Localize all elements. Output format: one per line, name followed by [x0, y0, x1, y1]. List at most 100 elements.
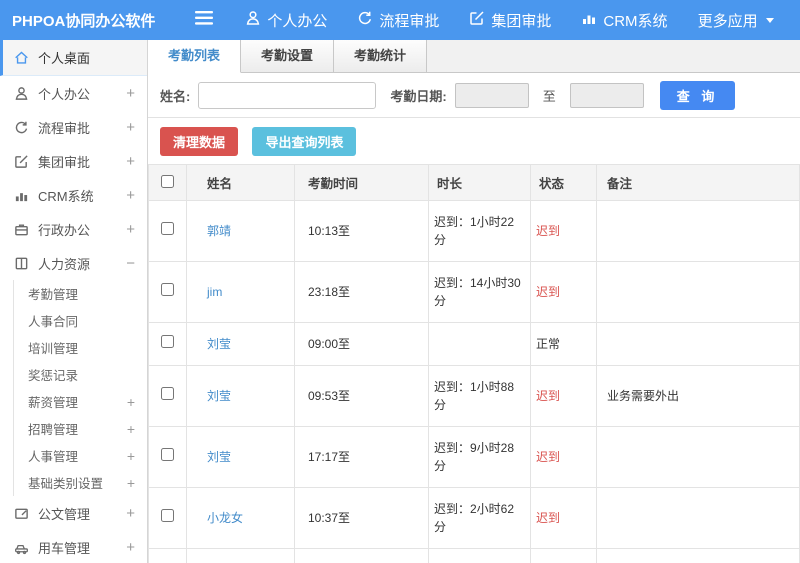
- sidebar-item-desktop[interactable]: 个人桌面: [0, 40, 147, 76]
- sidebar-subitem-reward-punishment[interactable]: 奖惩记录: [14, 361, 147, 388]
- status-cell: 迟到: [530, 487, 597, 549]
- sidebar-subitem-personnel-management[interactable]: 人事管理 +: [14, 442, 147, 469]
- duration-cell: 迟到：2小时90分早退：7小时10分: [428, 548, 531, 563]
- col-header-name: 姓名: [186, 164, 295, 201]
- row-checkbox[interactable]: [161, 222, 174, 235]
- edit-icon: [14, 154, 29, 169]
- row-checkbox[interactable]: [161, 335, 174, 348]
- sidebar-item-crm-system[interactable]: CRM系统 +: [0, 178, 147, 212]
- export-list-button[interactable]: 导出查询列表: [252, 127, 357, 156]
- sidebar-subitem-recruit-management[interactable]: 招聘管理 +: [14, 415, 147, 442]
- sidebar-item-label: 集团审批: [38, 154, 91, 170]
- table-row: 刘莹 09:53至 迟到：1小时88分 迟到 业务需要外出: [148, 365, 800, 427]
- row-checkbox[interactable]: [161, 283, 174, 296]
- user-icon: [245, 10, 261, 30]
- note-cell: [596, 426, 800, 488]
- col-header-duration: 时长: [428, 164, 531, 201]
- status-cell: 迟到: [530, 261, 597, 323]
- nav-item-personal-office[interactable]: 个人办公: [245, 10, 327, 31]
- table-row: 管理员 10:54至10:54 迟到：2小时90分早退：7小时10分 迟到/早退…: [148, 548, 800, 563]
- sidebar-subitem-salary-management[interactable]: 薪资管理 +: [14, 388, 147, 415]
- sidebar-item-label: 公文管理: [38, 506, 91, 522]
- table-row: jim 23:18至 迟到：14小时30分 迟到: [148, 261, 800, 323]
- col-header-note: 备注: [596, 164, 800, 201]
- sidebar-subitem-hr-contract[interactable]: 人事合同: [14, 307, 147, 334]
- hr-submenu: 考勤管理 人事合同 培训管理 奖惩记录 薪资管理 + 招聘管理 + 人事管理 +…: [13, 280, 147, 496]
- duration-cell: 迟到：1小时22分: [428, 200, 531, 262]
- nav-item-group-approval[interactable]: 集团审批: [469, 10, 551, 31]
- tab-attendance-list[interactable]: 考勤列表: [148, 40, 242, 73]
- status-cell: 迟到: [530, 426, 597, 488]
- attendance-time-cell: 23:18至: [294, 261, 429, 323]
- app-brand: PHPOA协同办公软件: [12, 12, 156, 30]
- row-checkbox[interactable]: [161, 448, 174, 461]
- nav-label: 流程审批: [379, 12, 440, 30]
- edit-icon: [469, 10, 485, 30]
- attendance-time-cell: 09:53至: [294, 365, 429, 427]
- table-row: 郭靖 10:13至 迟到：1小时22分 迟到: [148, 200, 800, 262]
- sidebar-subitem-attendance-management[interactable]: 考勤管理: [14, 280, 147, 307]
- row-checkbox[interactable]: [161, 387, 174, 400]
- sidebar-item-admin-office[interactable]: 行政办公 +: [0, 212, 147, 246]
- nav-item-workflow-approval[interactable]: 流程审批: [357, 10, 439, 31]
- name-input[interactable]: [198, 81, 377, 109]
- sidebar-item-label: CRM系统: [38, 188, 94, 204]
- sidebar-item-group-approval[interactable]: 集团审批 +: [0, 144, 147, 178]
- duration-cell: [428, 322, 531, 366]
- note-cell: [596, 487, 800, 549]
- chart-icon: [581, 10, 597, 30]
- sidebar-subitem-base-category-settings[interactable]: 基础类别设置 +: [14, 469, 147, 496]
- name-label: 姓名:: [160, 88, 191, 104]
- expand-plus-icon: +: [126, 538, 135, 556]
- note-cell: [596, 322, 800, 366]
- expand-plus-icon: +: [126, 504, 135, 522]
- sidebar-subitem-label: 培训管理: [28, 342, 79, 356]
- note-cell: 1111: [596, 548, 800, 563]
- employee-name-link[interactable]: jim: [207, 285, 222, 299]
- caret-down-icon: [765, 17, 774, 23]
- expand-plus-icon: +: [126, 152, 135, 170]
- nav-label: CRM系统: [603, 12, 668, 30]
- col-header-time: 考勤时间: [294, 164, 429, 201]
- nav-item-crm-system[interactable]: CRM系统: [581, 10, 668, 31]
- user-icon: [14, 86, 29, 101]
- sidebar-item-personal-office[interactable]: 个人办公 +: [0, 76, 147, 110]
- tab-attendance-stats[interactable]: 考勤统计: [334, 40, 428, 72]
- hamburger-icon: [195, 10, 214, 30]
- attendance-time-cell: 10:54至10:54: [294, 548, 429, 563]
- nav-item-more-apps[interactable]: 更多应用: [698, 10, 774, 31]
- menu-toggle-button[interactable]: [195, 10, 214, 30]
- employee-name-link[interactable]: 刘莹: [207, 450, 231, 464]
- employee-name-link[interactable]: 郭靖: [207, 224, 231, 238]
- status-cell: 迟到: [530, 365, 597, 427]
- sidebar-subitem-label: 招聘管理: [28, 423, 79, 437]
- sidebar-subitem-training-management[interactable]: 培训管理: [14, 334, 147, 361]
- search-filter-row: 姓名: 考勤日期: 至 查 询: [148, 73, 800, 118]
- action-button-row: 清理数据 导出查询列表: [148, 118, 800, 164]
- clean-data-button[interactable]: 清理数据: [160, 127, 239, 156]
- sidebar-item-label: 人力资源: [38, 256, 91, 272]
- sidebar-item-human-resources[interactable]: 人力资源 −: [0, 246, 147, 280]
- employee-name-link[interactable]: 刘莹: [207, 337, 231, 351]
- nav-label: 个人办公: [267, 12, 328, 30]
- sidebar-item-document-management[interactable]: 公文管理 +: [0, 496, 147, 530]
- select-all-checkbox[interactable]: [161, 174, 174, 188]
- date-to-input[interactable]: [569, 82, 644, 108]
- sidebar-item-workflow-approval[interactable]: 流程审批 +: [0, 110, 147, 144]
- query-button[interactable]: 查 询: [659, 80, 736, 110]
- sidebar-subitem-label: 人事合同: [28, 315, 79, 329]
- row-checkbox[interactable]: [161, 509, 174, 522]
- expand-plus-icon: +: [126, 447, 135, 464]
- book-icon: [14, 256, 29, 271]
- tab-bar: 考勤列表 考勤设置 考勤统计: [148, 40, 800, 73]
- sidebar-item-vehicle-management[interactable]: 用车管理 +: [0, 530, 147, 563]
- employee-name-link[interactable]: 刘莹: [207, 389, 231, 403]
- tab-attendance-settings[interactable]: 考勤设置: [241, 40, 335, 72]
- app-window: PHPOA协同办公软件 个人办公 流程审批 集团审批 CRM系统 更多应用 个人…: [0, 0, 800, 563]
- date-from-input[interactable]: [454, 82, 529, 108]
- attendance-time-cell: 10:13至: [294, 200, 429, 262]
- employee-name-link[interactable]: 小龙女: [207, 511, 243, 525]
- duration-cell: 迟到：1小时88分: [428, 365, 531, 427]
- date-to-label: 至: [542, 88, 556, 104]
- status-cell: 迟到/早退: [530, 548, 597, 563]
